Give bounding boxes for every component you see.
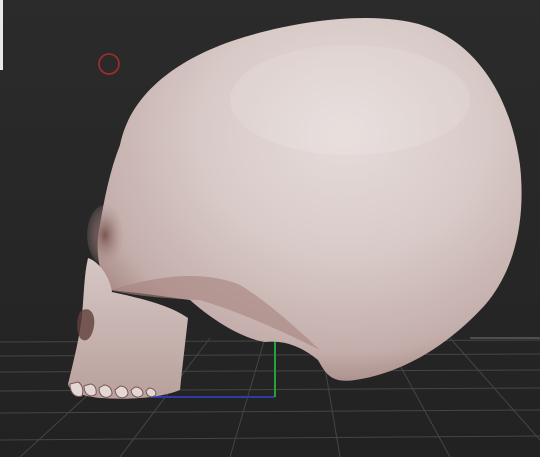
- cranium-highlight: [230, 45, 470, 155]
- circle-brush-cursor: [98, 53, 120, 75]
- viewport-canvas[interactable]: [0, 0, 540, 457]
- 3d-viewport[interactable]: [0, 0, 540, 457]
- eye-socket-shadow: [87, 205, 123, 265]
